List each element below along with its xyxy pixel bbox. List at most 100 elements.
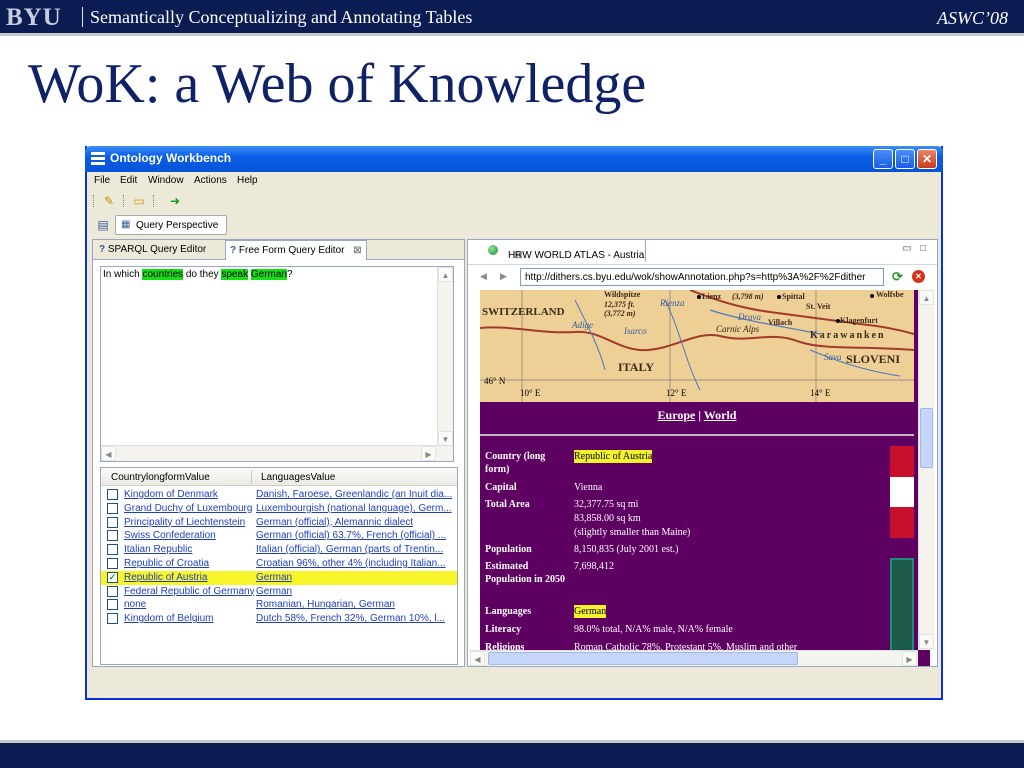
scrollbar-thumb[interactable] xyxy=(488,652,798,665)
link-separator: | xyxy=(698,408,701,422)
world-link[interactable]: World xyxy=(704,408,737,422)
scroll-left-icon[interactable]: ◀ xyxy=(101,446,116,461)
close-icon[interactable]: ✕ xyxy=(917,149,937,169)
table-row[interactable]: Principality of Liechtenstein German (off… xyxy=(101,516,457,530)
column-header-country[interactable]: CountrylongformValue xyxy=(111,472,210,483)
languages-cell[interactable]: Italian (official), German (parts of Tre… xyxy=(256,544,454,555)
close-tab-icon[interactable]: ⊠ xyxy=(353,245,361,256)
languages-cell[interactable]: Dutch 58%, French 32%, German 10%, l... xyxy=(256,613,454,624)
languages-cell[interactable]: Danish, Faroese, Greenlandic (an Inuit d… xyxy=(256,489,454,500)
languages-cell[interactable]: Romanian, Hungarian, German xyxy=(256,599,454,610)
scroll-up-icon[interactable]: ▲ xyxy=(919,290,934,305)
country-cell[interactable]: Grand Duchy of Luxembourg xyxy=(124,503,254,514)
minimize-icon[interactable]: _ xyxy=(873,149,893,169)
checkbox[interactable] xyxy=(107,502,118,514)
checkbox[interactable] xyxy=(107,558,118,569)
query-text-segment: In which xyxy=(103,269,143,280)
tab-free-form-query-editor[interactable]: ? Free Form Query Editor ⊠ xyxy=(225,240,367,260)
folder-open-icon[interactable]: ✎ xyxy=(101,194,117,208)
country-cell[interactable]: Italian Republic xyxy=(124,544,254,555)
languages-cell[interactable]: German (official), Alemannic dialect xyxy=(256,517,454,528)
window-titlebar[interactable]: Ontology Workbench _ □ ✕ xyxy=(85,146,943,172)
country-cell[interactable]: Principality of Liechtenstein xyxy=(124,517,254,528)
scroll-left-icon[interactable]: ◀ xyxy=(470,651,485,666)
scroll-up-icon[interactable]: ▲ xyxy=(438,267,453,282)
checkbox[interactable] xyxy=(107,516,118,528)
table-row[interactable]: Grand Duchy of Luxembourg Luxembourgish (… xyxy=(101,502,457,516)
languages-cell[interactable]: German xyxy=(256,572,454,583)
run-icon[interactable]: ➜ xyxy=(167,194,183,208)
close-tab-icon[interactable]: ⊠ xyxy=(514,250,522,261)
scroll-right-icon[interactable]: ▶ xyxy=(902,651,917,666)
minimize-view-icon[interactable]: ▭ xyxy=(902,243,911,254)
ontology-workbench-window: Ontology Workbench _ □ ✕ File Edit Windo… xyxy=(85,146,943,700)
country-cell[interactable]: Republic of Croatia xyxy=(124,558,254,569)
free-form-query-input[interactable]: In which countries do they speak German?… xyxy=(100,266,454,462)
table-row[interactable]: Republic of Croatia Croatian 96%, other 4… xyxy=(101,557,457,571)
menu-file[interactable]: File xyxy=(94,175,110,186)
checkbox[interactable] xyxy=(107,489,118,500)
page-horizontal-scrollbar[interactable]: ◀ ▶ xyxy=(470,650,918,666)
menu-help[interactable]: Help xyxy=(237,175,258,186)
scroll-right-icon[interactable]: ▶ xyxy=(421,446,436,461)
scroll-down-icon[interactable]: ▼ xyxy=(919,634,934,649)
query-perspective-button[interactable]: ▦ Query Perspective xyxy=(115,215,227,235)
languages-cell[interactable]: Croatian 96%, other 4% (including Italia… xyxy=(256,558,454,569)
tab-sparql-query-editor[interactable]: ? SPARQL Query Editor xyxy=(95,240,210,260)
editor-tabs: ? SPARQL Query Editor ? Free Form Query … xyxy=(93,240,464,260)
thumbnail-image xyxy=(890,558,914,654)
europe-link[interactable]: Europe xyxy=(658,408,696,422)
menu-actions[interactable]: Actions xyxy=(194,175,227,186)
perspective-bar: ▤ ▦ Query Perspective xyxy=(87,214,941,238)
query-text[interactable]: In which countries do they speak German? xyxy=(103,269,293,280)
stop-icon[interactable]: ✕ xyxy=(912,270,925,283)
maximize-view-icon[interactable]: □ xyxy=(920,243,926,254)
url-input[interactable]: http://dithers.cs.byu.edu/wok/showAnnota… xyxy=(520,268,884,286)
country-cell[interactable]: Republic of Austria xyxy=(124,572,254,583)
perspective-icon[interactable]: ▤ xyxy=(95,218,111,232)
menu-window[interactable]: Window xyxy=(148,175,184,186)
folder-icon[interactable]: ▭ xyxy=(131,194,147,208)
checkbox[interactable] xyxy=(107,599,118,611)
scrollbar-thumb[interactable] xyxy=(920,408,933,468)
table-row[interactable]: Swiss Confederation German (official) 63.… xyxy=(101,529,457,543)
checkbox[interactable] xyxy=(107,613,118,625)
column-divider[interactable] xyxy=(251,470,252,484)
column-header-languages[interactable]: LanguagesValue xyxy=(261,472,335,483)
forward-icon[interactable]: ▶ xyxy=(500,271,507,282)
scroll-down-icon[interactable]: ▼ xyxy=(438,431,453,446)
checkbox-checked[interactable]: ✓ xyxy=(107,571,118,583)
austria-flag-image xyxy=(890,446,914,538)
country-cell[interactable]: Kingdom of Belgium xyxy=(124,613,254,624)
page-vertical-scrollbar[interactable]: ▲ ▼ xyxy=(918,290,934,650)
map-label-adige: Adige xyxy=(572,320,593,330)
table-row[interactable]: Italian Republic Italian (official), Germ… xyxy=(101,543,457,557)
map-label-karawanken: Karawanken xyxy=(810,330,886,341)
editor-vertical-scrollbar[interactable]: ▲ ▼ xyxy=(437,267,453,447)
country-cell[interactable]: Kingdom of Denmark xyxy=(124,489,254,500)
maximize-icon[interactable]: □ xyxy=(895,149,915,169)
table-row[interactable]: Federal Republic of Germany German xyxy=(101,585,457,599)
map-label-peak-m: (3,798 m) xyxy=(732,292,764,301)
table-row[interactable]: none Romanian, Hungarian, German xyxy=(101,598,457,612)
back-icon[interactable]: ◀ xyxy=(480,271,487,282)
languages-cell[interactable]: German xyxy=(256,586,454,597)
table-row[interactable]: Kingdom of Denmark Danish, Faroese, Green… xyxy=(101,488,457,502)
languages-cell[interactable]: Luxembourgish (national language), Germ.… xyxy=(256,503,454,514)
table-row[interactable]: Kingdom of Belgium Dutch 58%, French 32%,… xyxy=(101,612,457,626)
tab-hrw-world-atlas[interactable]: HRW WORLD ATLAS - Austria ⊠ xyxy=(468,240,646,262)
editor-horizontal-scrollbar[interactable]: ◀ ▶ xyxy=(101,445,453,461)
country-cell[interactable]: Federal Republic of Germany xyxy=(124,586,254,597)
table-row[interactable]: ✓ Republic of Austria German xyxy=(101,570,457,585)
checkbox[interactable] xyxy=(107,544,118,556)
checkbox[interactable] xyxy=(107,530,118,542)
country-cell[interactable]: none xyxy=(124,599,254,610)
menu-edit[interactable]: Edit xyxy=(120,175,137,186)
slide-footer xyxy=(0,740,1024,768)
map-label-lienz: Lienz xyxy=(702,292,722,301)
map-lon-label-12: 12° E xyxy=(666,388,687,398)
checkbox[interactable] xyxy=(107,585,118,597)
refresh-icon[interactable]: ⟳ xyxy=(892,269,903,285)
country-cell[interactable]: Swiss Confederation xyxy=(124,530,254,541)
languages-cell[interactable]: German (official) 63.7%, French (officia… xyxy=(256,530,454,541)
